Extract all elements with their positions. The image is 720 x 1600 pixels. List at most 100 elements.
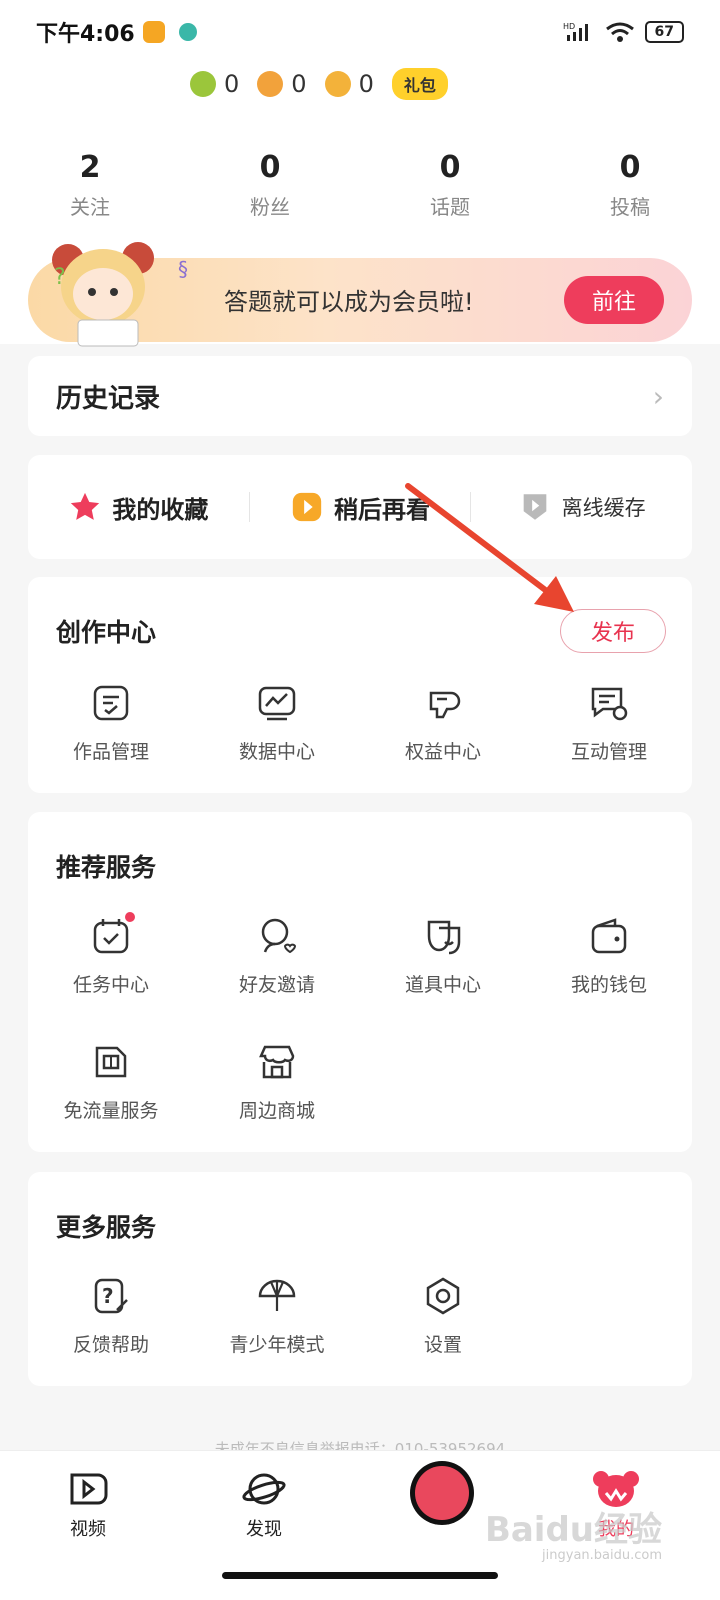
anime-girl-illustration: ? § xyxy=(52,242,188,347)
stat-topics[interactable]: 0 话题 xyxy=(360,150,540,220)
stat-fans[interactable]: 0 粉丝 xyxy=(180,150,360,220)
rights-center-label: 权益中心 xyxy=(404,741,481,763)
wallet-label: 我的钱包 xyxy=(570,974,647,996)
svg-text:?: ? xyxy=(54,265,66,290)
props-center-button[interactable]: 道具中心 xyxy=(360,916,526,997)
creation-center-title: 创作中心 xyxy=(56,618,157,647)
stat-number: 0 xyxy=(439,150,461,185)
history-card[interactable]: 历史记录 › xyxy=(28,356,692,436)
gift-button[interactable]: 礼包 xyxy=(391,68,448,100)
free-data-service-button[interactable]: 免流量服务 xyxy=(28,1042,194,1123)
teen-mode-button[interactable]: 青少年模式 xyxy=(194,1276,360,1357)
star-icon xyxy=(71,492,100,520)
stat-label: 投稿 xyxy=(610,195,650,219)
feedback-icon: ? xyxy=(94,1278,128,1314)
quick-actions-card: 我的收藏 稍后再看 离线缓存 xyxy=(28,455,692,559)
recommended-services-title: 推荐服务 xyxy=(56,853,157,882)
publish-button[interactable]: 发布 xyxy=(560,609,666,653)
merch-store-button[interactable]: 周边商城 xyxy=(194,1042,360,1123)
works-management-button[interactable]: 作品管理 xyxy=(28,683,194,764)
umbrella-icon xyxy=(258,1279,296,1311)
favorites-button[interactable]: 我的收藏 xyxy=(28,490,249,525)
rights-center-button[interactable]: 权益中心 xyxy=(360,683,526,764)
notification-app-icon xyxy=(142,21,165,43)
calendar-icon xyxy=(93,919,129,954)
task-center-button[interactable]: 任务中心 xyxy=(28,912,194,997)
more-services-card: 更多服务 ? 反馈帮助 青少年模式 设置 xyxy=(28,1172,692,1386)
stat-label: 粉丝 xyxy=(250,195,290,219)
recommended-grid-row-1: 任务中心 好友邀请 道具中心 我的钱包 xyxy=(28,912,692,997)
currency-bean-value: 0 xyxy=(291,70,307,98)
interaction-management-button[interactable]: 互动管理 xyxy=(526,683,692,764)
watermark-url: jingyan.baidu.com xyxy=(542,1548,662,1563)
stat-following[interactable]: 2 关注 xyxy=(0,150,180,220)
currency-row: 0 0 0 礼包 xyxy=(190,68,448,100)
currency-coin[interactable]: 0 xyxy=(324,70,374,98)
banner-text: 答题就可以成为会员啦! xyxy=(224,288,474,316)
data-center-button[interactable]: 数据中心 xyxy=(194,683,360,764)
recommended-grid-row-2: 免流量服务 周边商城 xyxy=(28,1042,692,1123)
sim-card-icon xyxy=(95,1046,127,1078)
settings-icon xyxy=(426,1277,460,1315)
teen-mode-label: 青少年模式 xyxy=(229,1334,325,1356)
stats-row: 2 关注 0 粉丝 0 话题 0 投稿 xyxy=(0,150,720,220)
mask-icon xyxy=(427,920,461,955)
stat-label: 话题 xyxy=(430,195,470,219)
task-center-label: 任务中心 xyxy=(72,974,149,996)
feedback-help-label: 反馈帮助 xyxy=(72,1334,149,1356)
status-indicators: HD 67 xyxy=(563,21,684,43)
recommended-services-card: 推荐服务 任务中心 好友邀请 道具中心 我的钱包 免流量服务 周边商城 xyxy=(28,812,692,1152)
stat-number: 0 xyxy=(259,150,281,185)
tab-video-label: 视频 xyxy=(70,1519,106,1540)
notification-app-icon-2 xyxy=(178,23,197,41)
data-chart-icon xyxy=(258,686,296,721)
wifi-icon xyxy=(605,22,634,42)
props-center-label: 道具中心 xyxy=(404,974,481,996)
tab-discover[interactable]: 发现 xyxy=(214,1469,314,1541)
interaction-management-label: 互动管理 xyxy=(570,741,647,763)
banner-go-button[interactable]: 前往 xyxy=(564,276,664,324)
invite-friends-label: 好友邀请 xyxy=(238,974,315,996)
status-time: 下午4:06 xyxy=(36,22,135,47)
calendar-icon-wrap xyxy=(91,912,135,956)
chevron-right-icon: › xyxy=(652,379,664,413)
watermark-logo: Baidu经验 xyxy=(484,1510,662,1550)
video-icon xyxy=(70,1473,108,1505)
download-icon xyxy=(523,494,547,520)
feedback-help-button[interactable]: ? 反馈帮助 xyxy=(28,1276,194,1357)
home-indicator xyxy=(222,1572,498,1579)
settings-button[interactable]: 设置 xyxy=(360,1276,526,1357)
tab-discover-label: 发现 xyxy=(246,1519,282,1540)
signal-icon: HD xyxy=(563,22,588,41)
free-data-service-label: 免流量服务 xyxy=(63,1100,159,1122)
settings-label: 设置 xyxy=(423,1334,462,1356)
center-create-button[interactable] xyxy=(410,1461,474,1525)
watch-later-button[interactable]: 稍后再看 xyxy=(250,490,471,525)
tab-video[interactable]: 视频 xyxy=(38,1469,138,1541)
stat-submissions[interactable]: 0 投稿 xyxy=(540,150,720,220)
watch-later-label: 稍后再看 xyxy=(334,495,430,524)
currency-banana[interactable]: 0 xyxy=(190,70,239,98)
currency-banana-value: 0 xyxy=(224,70,240,98)
more-grid: ? 反馈帮助 青少年模式 设置 xyxy=(28,1276,692,1357)
creation-grid: 作品管理 数据中心 权益中心 互动管理 xyxy=(28,683,692,764)
creation-center-card: 创作中心 发布 作品管理 数据中心 权益中心 互动管理 xyxy=(28,577,692,793)
works-management-label: 作品管理 xyxy=(72,741,149,763)
bean-icon xyxy=(257,71,284,97)
planet-icon xyxy=(242,1473,286,1505)
stat-number: 2 xyxy=(79,150,101,185)
center-create-icon xyxy=(415,1466,469,1520)
merch-store-label: 周边商城 xyxy=(238,1100,315,1122)
wallet-icon xyxy=(591,918,627,954)
wallet-button[interactable]: 我的钱包 xyxy=(526,916,692,997)
works-icon xyxy=(93,685,129,721)
currency-bean[interactable]: 0 xyxy=(257,70,307,98)
battery-indicator: 67 xyxy=(644,21,684,43)
invite-icon xyxy=(261,918,297,954)
offline-cache-button[interactable]: 离线缓存 xyxy=(471,490,692,524)
notification-dot xyxy=(125,912,135,922)
interaction-icon xyxy=(591,687,628,721)
more-services-title: 更多服务 xyxy=(56,1213,157,1242)
invite-friends-button[interactable]: 好友邀请 xyxy=(194,916,360,997)
data-center-label: 数据中心 xyxy=(238,741,315,763)
